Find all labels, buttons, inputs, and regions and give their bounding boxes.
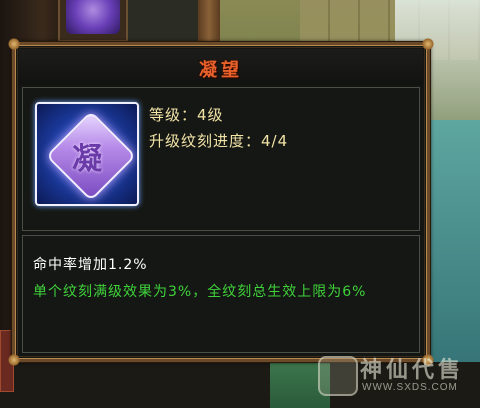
rune-description-box: 命中率增加1.2% 单个纹刻满级效果为3%，全纹刻总生效上限为6% [22, 235, 420, 353]
rune-level: 等级：4级 [149, 106, 224, 124]
gem-glyph: 凝 [72, 142, 102, 177]
watermark-text: 神仙代售 [360, 357, 465, 383]
background-pillar [198, 0, 220, 44]
effect-text: 命中率增加1.2% [33, 257, 148, 273]
site-watermark: 神仙代售 WWW.SXDS.COM [318, 350, 478, 404]
watermark-url: WWW.SXDS.COM [362, 382, 458, 393]
frame-corner-ornament [422, 38, 434, 50]
rune-tooltip: 凝望 凝 等级：4级 升级纹刻进度：4/4 命中率增加1.2% 单个纹刻满级效果… [8, 38, 434, 366]
rune-info-box: 凝 等级：4级 升级纹刻进度：4/4 [22, 87, 420, 231]
purple-rune-gem-icon: 凝 [35, 102, 139, 206]
tooltip-title-bar: 凝望 [19, 49, 423, 85]
frame-corner-ornament [8, 354, 20, 366]
cap-note-text: 单个纹刻满级效果为3%，全纹刻总生效上限为6% [33, 284, 367, 300]
background-rune-icon [66, 0, 120, 34]
upgrade-progress: 升级纹刻进度：4/4 [149, 132, 289, 150]
tooltip-title: 凝望 [199, 60, 243, 81]
seal-logo-icon [318, 356, 358, 396]
